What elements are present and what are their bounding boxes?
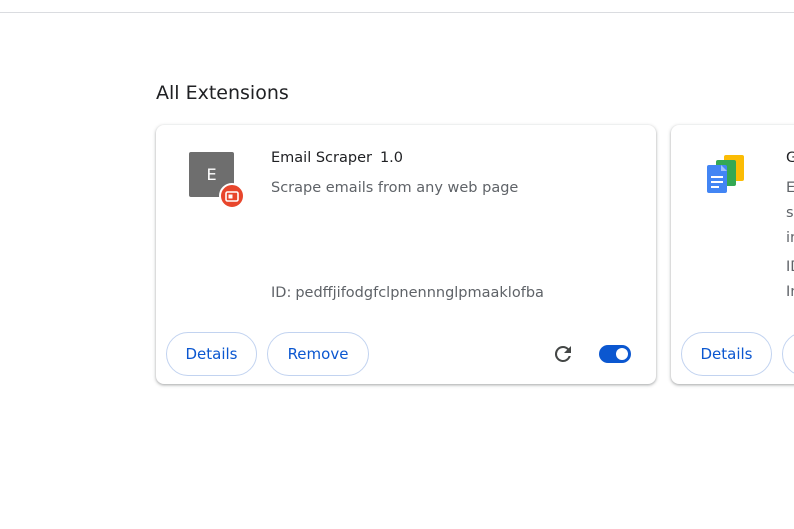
reload-icon[interactable]	[551, 342, 575, 366]
extension-version: 1.0	[379, 150, 404, 166]
unpacked-badge-icon	[219, 183, 245, 209]
extension-name-text: Email Scraper	[271, 150, 372, 166]
extension-card-email-scraper: E Email Scraper 1.0 Scrape emails from an…	[156, 125, 656, 384]
extension-description: Scrape emails from any web page	[271, 180, 519, 196]
details-button[interactable]: Details	[681, 332, 772, 376]
extension-id-label: ID:	[271, 285, 292, 301]
extension-description-line: E	[786, 180, 794, 196]
extension-description-line: in	[786, 230, 794, 246]
extension-card-google-docs: G E s in ID In Details	[671, 125, 794, 384]
extension-name: G	[786, 150, 794, 166]
google-docs-icon	[704, 153, 750, 199]
section-title: All Extensions	[156, 82, 289, 104]
details-button[interactable]: Details	[166, 332, 257, 376]
extension-id: ID	[786, 259, 794, 275]
enable-toggle[interactable]	[599, 345, 631, 363]
toggle-knob	[616, 348, 628, 360]
top-divider	[0, 12, 794, 13]
extension-id-value: pedffjifodgfclpnennnglpmaaklofba	[295, 285, 544, 301]
remove-button[interactable]: Remove	[267, 332, 369, 376]
extension-icon-letter: E	[206, 165, 217, 184]
extension-id: ID: pedffjifodgfclpnennnglpmaaklofba	[271, 285, 544, 301]
extension-name: Email Scraper 1.0	[271, 150, 403, 166]
remove-button[interactable]	[782, 332, 794, 376]
extension-description-line: s	[786, 205, 794, 221]
inspect-views: In	[786, 284, 794, 300]
